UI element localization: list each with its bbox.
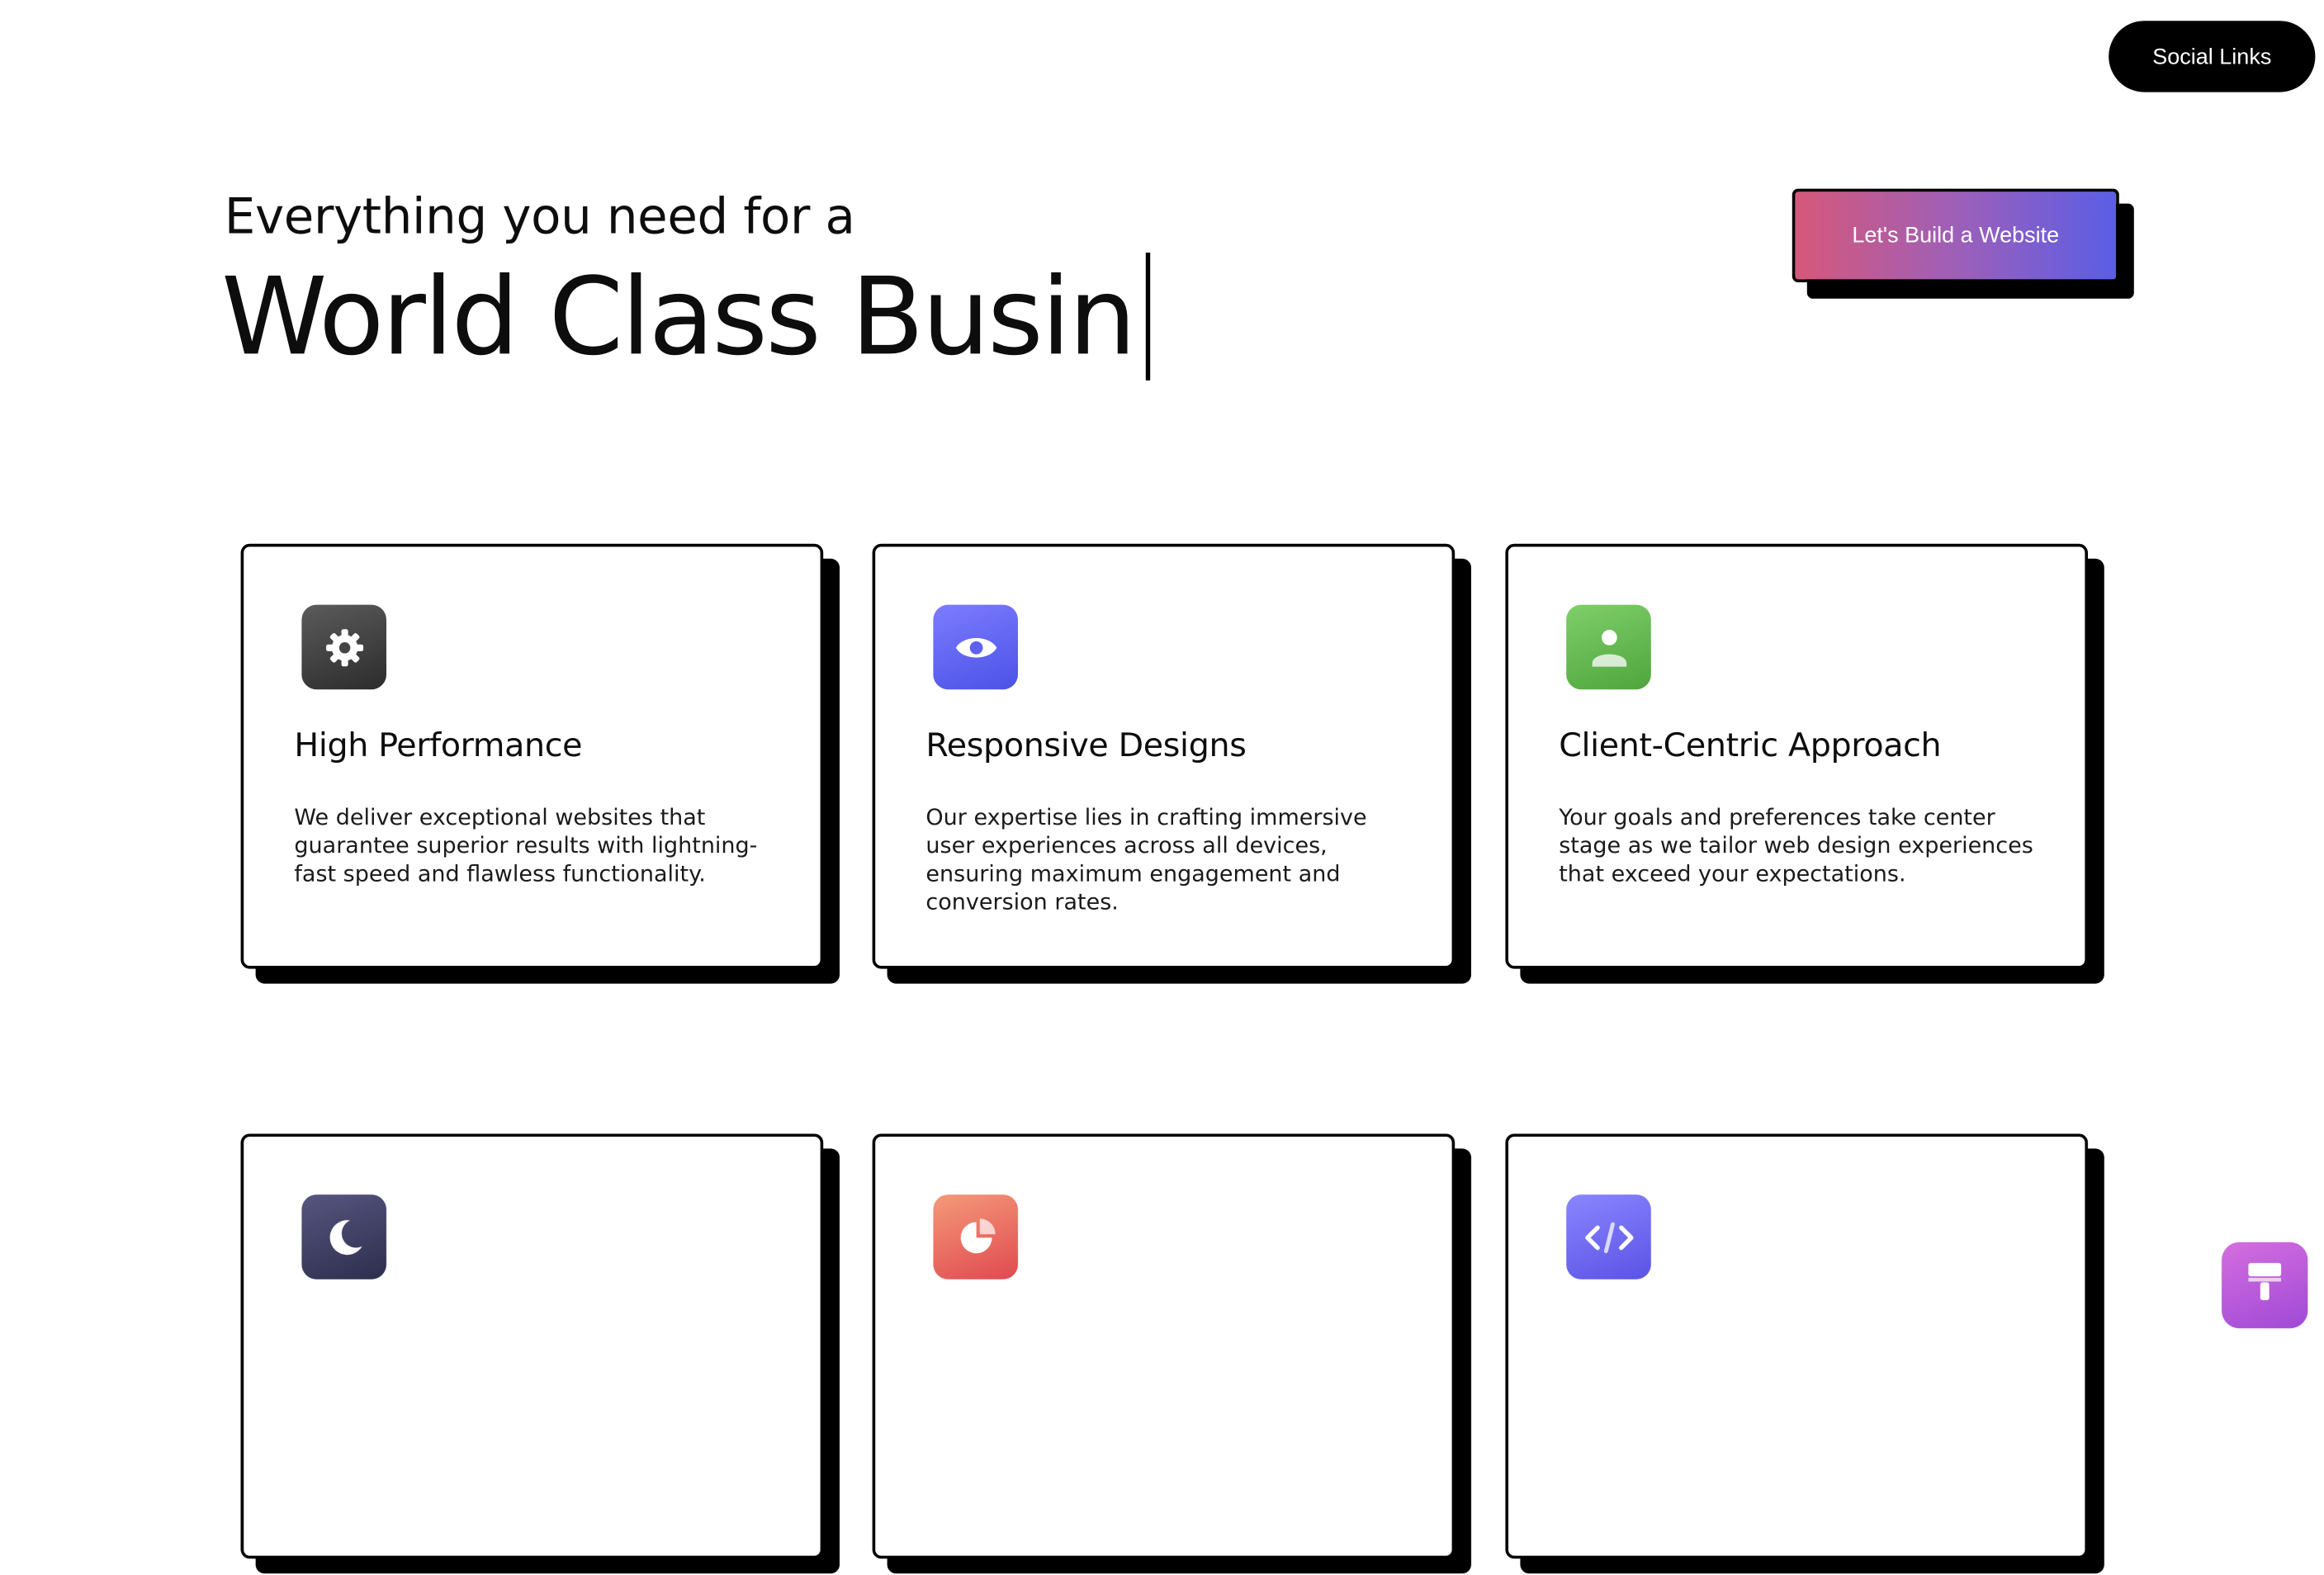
feature-card-high-performance: High Performance We deliver exceptional … <box>240 543 841 986</box>
feature-card-responsive-designs: Responsive Designs Our expertise lies in… <box>872 543 1473 986</box>
hero-heading: World Class Busin <box>221 253 1151 381</box>
feature-card <box>1505 1133 2088 1559</box>
card-description: We deliver exceptional websites that gua… <box>294 803 758 887</box>
hero-typed-text: World Class Busin <box>221 253 1136 379</box>
card-description: Our expertise lies in crafting immersive… <box>925 803 1367 915</box>
feature-card-analytics <box>872 1133 1473 1575</box>
eye-icon <box>933 604 1018 690</box>
card-description: Your goals and preferences take center s… <box>1559 803 2033 887</box>
cta-container: Let's Build a Website <box>1792 188 2137 302</box>
build-website-button[interactable]: Let's Build a Website <box>1792 188 2119 282</box>
typing-caret <box>1146 253 1151 381</box>
feature-card: Client-Centric Approach Your goals and p… <box>1505 543 2088 969</box>
feature-card: High Performance We deliver exceptional … <box>240 543 824 969</box>
pie-chart-icon <box>933 1194 1018 1279</box>
social-links-button[interactable]: Social Links <box>2109 21 2316 92</box>
page: Social Links Everything you need for a W… <box>0 0 2324 1574</box>
moon-icon <box>301 1194 386 1279</box>
feature-card <box>240 1133 824 1559</box>
card-title: Client-Centric Approach <box>1559 728 1942 765</box>
feature-card <box>872 1133 1455 1559</box>
feature-card-dark-mode <box>240 1133 841 1575</box>
theme-customizer-button[interactable] <box>2222 1242 2308 1329</box>
gear-icon <box>301 604 386 690</box>
user-icon <box>1566 604 1651 690</box>
code-icon <box>1566 1194 1651 1279</box>
paint-brush-icon <box>2246 1260 2284 1310</box>
feature-card: Responsive Designs Our expertise lies in… <box>872 543 1455 969</box>
card-title: Responsive Designs <box>925 728 1247 765</box>
feature-card-client-centric: Client-Centric Approach Your goals and p… <box>1505 543 2105 986</box>
feature-card-clean-code <box>1505 1133 2105 1575</box>
card-title: High Performance <box>294 728 583 765</box>
hero-subheading: Everything you need for a <box>224 187 855 245</box>
